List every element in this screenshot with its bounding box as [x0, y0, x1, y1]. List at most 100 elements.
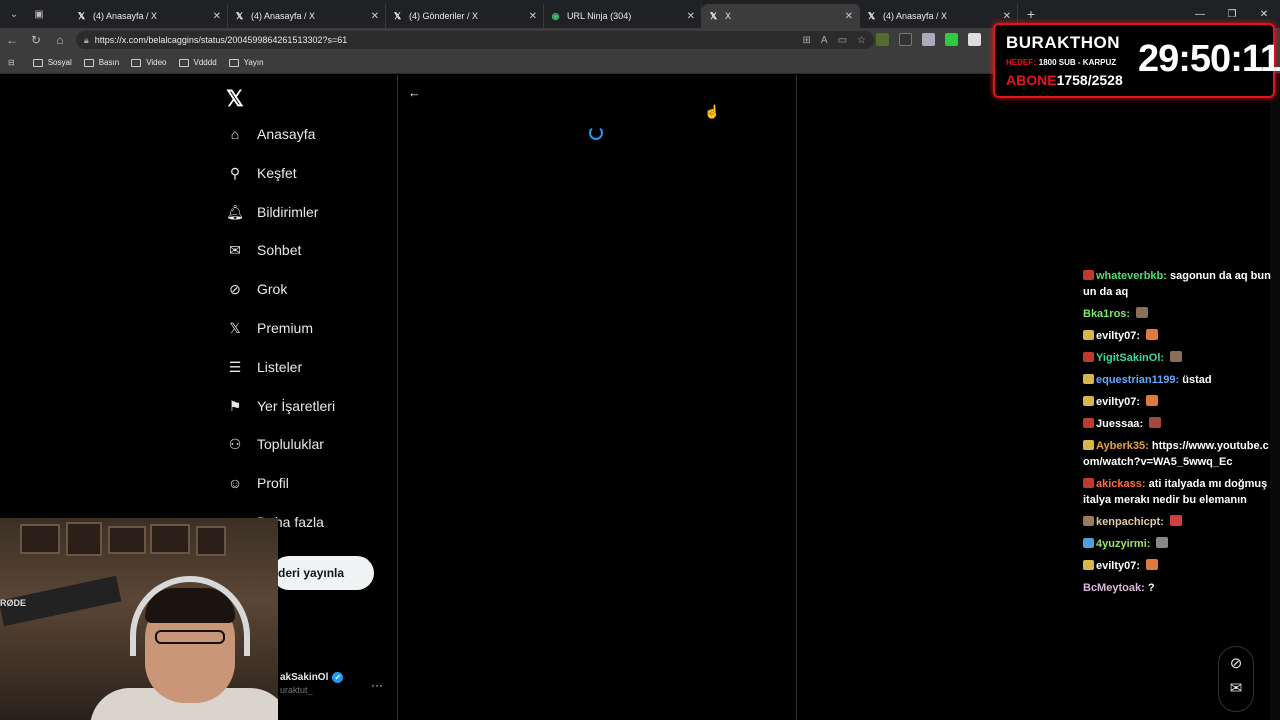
chat-badge-icon	[1083, 330, 1094, 340]
sidebar-item-list[interactable]: ☰ Listeler	[226, 352, 302, 382]
wall-frame	[66, 522, 102, 556]
back-button[interactable]: ←	[0, 33, 24, 47]
extension-icon[interactable]	[945, 33, 958, 46]
sidebar-item-home[interactable]: ⌂ Anasayfa	[226, 119, 316, 149]
chat-message: kenpachicpt:	[1083, 514, 1273, 530]
sidebar-item-label: Grok	[257, 281, 288, 297]
sidebar-item-label: Bildirimler	[257, 204, 319, 220]
bookmark-folder[interactable]: Basın	[83, 58, 120, 67]
messages-icon[interactable]: ✉	[1219, 679, 1253, 697]
sidebar-item-bookmark[interactable]: ⚑ Yer İşaretleri	[226, 391, 335, 421]
sidebar-item-mail[interactable]: ✉ Sohbet	[226, 235, 301, 265]
chat-message: akickass: ati italyada mı doğmuş italya …	[1083, 476, 1273, 508]
sidebar-item-label: Sohbet	[257, 242, 302, 258]
new-tab-button[interactable]: +	[1018, 6, 1044, 22]
more-dots-icon[interactable]: ···	[371, 678, 383, 692]
extension-icon[interactable]	[968, 33, 981, 46]
chat-badge-icon	[1083, 270, 1094, 280]
x-logo-icon: 𝕏	[77, 10, 86, 21]
reload-button[interactable]: ↻	[24, 33, 48, 47]
folder-icon	[228, 58, 239, 67]
chat-username: equestrian1199	[1096, 374, 1176, 386]
bookmark-label: Basın	[98, 58, 120, 67]
close-tab-icon[interactable]: ✕	[529, 11, 537, 22]
extension-icon[interactable]	[876, 33, 889, 46]
bell-icon: 🔔︎	[226, 203, 244, 220]
sidebar-item-label: Premium	[257, 320, 314, 336]
bookmarks-menu-icon[interactable]: ⊟	[8, 58, 15, 67]
split-icon[interactable]: ▭	[838, 35, 847, 46]
chat-text: ?	[1147, 582, 1155, 594]
verified-badge-icon: ✓	[332, 672, 344, 683]
favorite-star-icon[interactable]: ☆	[857, 35, 866, 46]
folder-icon	[83, 58, 94, 67]
chat-message: evilty07:	[1083, 394, 1273, 410]
bookmark-label: Vdddd	[193, 58, 217, 67]
bookmark-label: Yayın	[243, 58, 264, 67]
overlay-subs: ABONE1758/2528	[1006, 72, 1123, 88]
browser-tab[interactable]: 𝕏 X ✕	[702, 4, 860, 28]
sidebar-item-x-premium[interactable]: 𝕏 Premium	[226, 313, 313, 343]
chat-message: evilty07:	[1083, 328, 1273, 344]
chat-message: BcMeytoak: ?	[1083, 580, 1273, 596]
chat-badge-icon	[1083, 396, 1094, 406]
sidebar-item-grok[interactable]: ⊘ Grok	[226, 274, 287, 304]
chat-message: whateverbkb: sagonun da aq bunun da aq	[1083, 268, 1273, 300]
goal-value: 1800 SUB - KARPUZ	[1038, 58, 1117, 67]
chat-message: YigitSakinOl:	[1083, 350, 1273, 366]
bookmark-folder[interactable]: Vdddd	[178, 58, 217, 67]
sidebar-item-bell[interactable]: 🔔︎ Bildirimler	[226, 197, 318, 227]
home-button[interactable]: ⌂	[48, 33, 72, 47]
close-tab-icon[interactable]: ✕	[845, 11, 853, 22]
chat-username: YigitSakinOl	[1096, 352, 1161, 364]
browser-tab[interactable]: 𝕏 (4) Gönderiler / X ✕	[386, 4, 544, 28]
tab-title: URL Ninja (304)	[567, 11, 632, 21]
chat-separator: :	[1126, 308, 1134, 320]
read-aloud-icon[interactable]: A	[821, 35, 828, 46]
chat-username: evilty07	[1096, 560, 1137, 572]
overlay-timer: 29:50:11	[1138, 38, 1280, 80]
folder-icon	[131, 58, 142, 67]
x-logo-icon[interactable]: 𝕏	[226, 86, 244, 112]
chat-separator: :	[1141, 478, 1149, 490]
grok-icon[interactable]: ⊘	[1219, 654, 1253, 672]
sidebar-item-profile[interactable]: ☺ Profil	[226, 468, 289, 498]
chat-badge-icon	[1083, 418, 1094, 428]
mail-icon: ✉	[229, 241, 241, 258]
floating-actions: ⊘ ✉	[1218, 646, 1254, 712]
back-arrow-icon[interactable]: ←	[408, 85, 421, 100]
sidebar-item-communities[interactable]: ⚇ Topluluklar	[226, 429, 324, 459]
sidebar-item-label: Anasayfa	[257, 126, 316, 142]
tab-list-chevron-icon[interactable]: ⌄	[3, 3, 25, 25]
extension-icon[interactable]	[899, 33, 912, 46]
overlay-goal: HEDEF: 1800 SUB - KARPUZ	[1006, 58, 1116, 67]
browser-tab[interactable]: ◉ URL Ninja (304) ✕	[544, 4, 702, 28]
chat-message: Bka1ros:	[1083, 306, 1273, 322]
close-tab-icon[interactable]: ✕	[687, 11, 695, 22]
url-field[interactable]: 🔒︎ https://x.com/belalcaggins/status/200…	[76, 31, 874, 49]
bookmark-label: Sosyal	[47, 58, 72, 67]
sidebar-item-search[interactable]: ⚲ Keşfet	[226, 158, 297, 188]
apps-icon[interactable]: ⊞	[803, 35, 811, 46]
workspaces-icon[interactable]: ▣	[28, 3, 50, 25]
browser-tab[interactable]: 𝕏 (4) Anasayfa / X ✕	[228, 4, 386, 28]
browser-tab[interactable]: 𝕏 (4) Anasayfa / X ✕	[70, 4, 228, 28]
x-logo-icon: 𝕏	[709, 10, 718, 21]
bookmark-folder[interactable]: Video	[131, 58, 167, 67]
chat-username: Juessaa	[1096, 418, 1140, 430]
post-button[interactable]: deri yayınla	[272, 556, 374, 590]
wall-frame	[108, 526, 146, 554]
close-tab-icon[interactable]: ✕	[1003, 11, 1011, 22]
close-tab-icon[interactable]: ✕	[371, 11, 379, 22]
chat-message: evilty07:	[1083, 558, 1273, 574]
profile-icon: ☺	[227, 475, 243, 491]
folder-icon	[178, 58, 189, 67]
extension-icon[interactable]	[922, 33, 935, 46]
bookmark-folder[interactable]: Sosyal	[32, 58, 72, 67]
overlay-title: BURAKTHON	[1006, 33, 1121, 52]
x-logo-icon: 𝕏	[867, 10, 876, 21]
account-switcher[interactable]: akSakinOl ✓ uraktut_	[280, 672, 344, 695]
close-tab-icon[interactable]: ✕	[213, 11, 221, 22]
wall-frame	[196, 526, 226, 556]
bookmark-folder[interactable]: Yayın	[228, 58, 264, 67]
